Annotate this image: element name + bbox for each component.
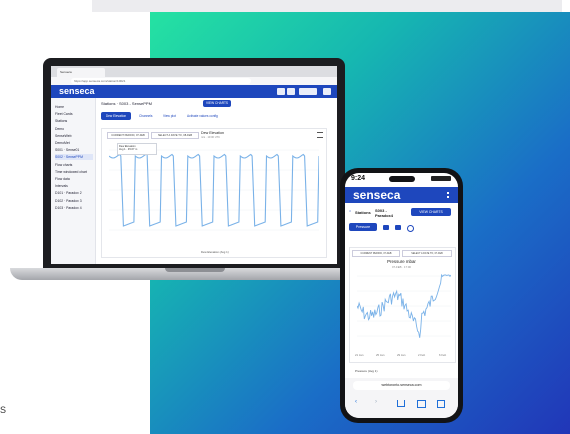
phone-chart-subtitle: 07-FEB · 17:00 <box>392 265 411 269</box>
tab-view-plot[interactable]: View plot <box>163 114 176 118</box>
edge-letter: S <box>0 405 7 415</box>
phone-x-tick: 21 Jan <box>355 353 364 357</box>
sidebar-item[interactable]: D102 · Paradox 3 <box>55 198 93 204</box>
chart-menu-icon[interactable] <box>317 132 323 138</box>
chart-tooltip: Dew Elevation Avg 1 · 45.67 m <box>117 143 157 155</box>
phone-chart-plot <box>357 273 451 338</box>
tabs-icon[interactable] <box>437 400 445 408</box>
phone-sensor-dropdown[interactable]: Pressure <box>349 223 377 231</box>
tab-activate[interactable]: Activate values config <box>187 114 218 118</box>
phone-date-from[interactable]: CURRENT PERIOD, 07-FEB <box>352 250 400 257</box>
laptop-chart-subtitle: m/s · 10:00 UTC <box>201 136 221 139</box>
phone-station-name: S003 - Paradox4 <box>375 208 394 218</box>
tooltip-value: Avg 1 · 45.67 m <box>119 148 138 151</box>
sensor-dropdown[interactable]: Dew Elevation <box>101 112 131 120</box>
sidebar-item[interactable]: SenseWeb <box>55 133 93 139</box>
share-icon[interactable] <box>397 400 405 407</box>
channels-icon[interactable] <box>383 225 389 230</box>
refresh-icon[interactable] <box>407 225 414 232</box>
sidebar-item[interactable]: Demo <box>55 126 93 132</box>
phone-x-tick: 6 Feb <box>439 353 447 357</box>
home-icon[interactable]: ⌂ <box>349 209 351 213</box>
phone-chart-title: Pressure mbar <box>387 259 416 264</box>
sidebar-item[interactable]: S001 · Sense01 <box>55 147 93 153</box>
phone-app-logo: senseca <box>353 188 401 202</box>
sidebar-item[interactable]: Time windowed chart <box>55 169 93 175</box>
phone-view-charts-button[interactable]: VIEW CHARTS <box>411 208 451 216</box>
user-menu[interactable] <box>299 88 317 95</box>
sidebar-item[interactable]: DemoMet <box>55 140 93 146</box>
settings-icon[interactable] <box>323 88 331 95</box>
phone-x-tick: 29 Jan <box>397 353 406 357</box>
sidebar-item[interactable]: D101 · Paradox 2 <box>55 190 93 196</box>
sidebar-item[interactable]: Flow data <box>55 176 93 182</box>
laptop-screen: Senseca https://app.senseca.com/station/… <box>51 66 337 264</box>
sidebar-item[interactable]: Fleet Cards <box>55 111 93 117</box>
help-icon[interactable] <box>287 88 295 95</box>
forward-icon[interactable]: › <box>375 399 377 405</box>
status-time: 9:24 <box>351 175 366 182</box>
browser-tab[interactable]: Senseca <box>57 68 105 77</box>
laptop-chart-title: Dew Elevation <box>201 131 224 135</box>
phone-x-tick: 2 Feb <box>418 353 426 357</box>
tab-channels[interactable]: Channels <box>139 114 152 118</box>
bookmarks-icon[interactable] <box>417 400 426 408</box>
view-charts-button[interactable]: VIEW CHARTS <box>203 100 231 107</box>
phone-notch <box>389 176 415 182</box>
url-field[interactable]: https://app.senseca.com/station/10021 <box>71 78 251 84</box>
notification-icon[interactable] <box>277 88 285 95</box>
battery-icon <box>431 176 451 181</box>
phone-address-bar[interactable]: webtoronto.senseca.com <box>353 381 450 390</box>
phone-x-tick: 25 Jan <box>376 353 385 357</box>
phone-chart-legend: Pressure (Avg 1) <box>355 369 378 373</box>
sidebar-item[interactable]: Home <box>55 104 93 110</box>
phone-stations-label: Stations <box>355 210 371 215</box>
phone-screen: 9:24 senseca ⌂ Stations S003 - Paradox4 … <box>345 173 458 418</box>
date-to-field[interactable]: SELECT A DATE TO, 08-FEB <box>151 132 199 139</box>
table-icon[interactable] <box>395 225 401 230</box>
sidebar-item[interactable]: Stations <box>55 118 93 124</box>
sidebar-item[interactable]: S002 · SensePPM <box>55 154 93 161</box>
laptop-notch <box>165 268 225 272</box>
phone-date-to[interactable]: SELECT A DATE TO, 07-FEB <box>402 250 452 257</box>
phone-data-series <box>357 273 451 338</box>
date-from-field[interactable]: CURRENT PERIOD, 07-FEB <box>107 132 149 139</box>
laptop-chart-plot <box>109 149 319 231</box>
laptop-chart-legend: Dew Elevation (Avg 1) <box>201 250 229 254</box>
back-icon[interactable]: ‹ <box>355 399 357 405</box>
top-gray-strip <box>92 0 562 12</box>
sidebar-item[interactable]: Intervals <box>55 183 93 189</box>
app-logo: senseca <box>59 86 95 96</box>
sidebar-item[interactable]: Flow charts <box>55 162 93 168</box>
page-title: Stations · S003 - SensePPM <box>101 101 152 106</box>
sidebar-item[interactable]: D103 · Paradox 4 <box>55 205 93 211</box>
phone-menu-icon[interactable] <box>447 192 452 198</box>
